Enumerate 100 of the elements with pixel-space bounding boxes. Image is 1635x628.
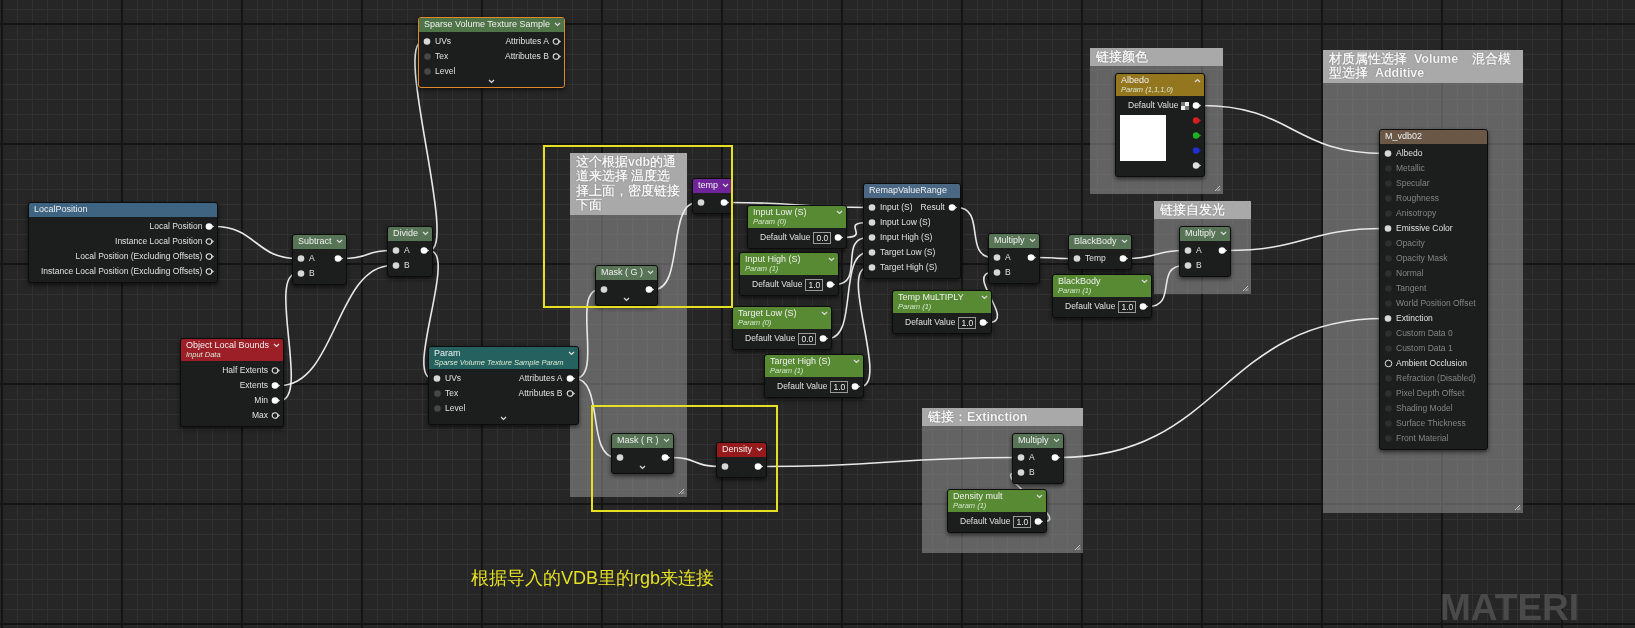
- output-pin[interactable]: [1034, 517, 1044, 526]
- input-pin[interactable]: [423, 52, 432, 61]
- expand-icon[interactable]: [623, 297, 630, 302]
- chevron-icon[interactable]: [662, 438, 670, 443]
- node-header[interactable]: Divide: [388, 227, 432, 241]
- input-pin[interactable]: [1184, 261, 1193, 270]
- input-pin[interactable]: [1184, 246, 1193, 255]
- output-pin[interactable]: [205, 222, 215, 231]
- input-pin[interactable]: [868, 263, 877, 272]
- graph-node[interactable]: Sparse Volume Texture Sample UVs Attributes A Tex Attributes B Level: [418, 17, 565, 88]
- graph-node[interactable]: Multiply A B: [988, 233, 1040, 284]
- input-pin[interactable]: [868, 203, 877, 212]
- input-pin[interactable]: [423, 67, 432, 76]
- input-pin[interactable]: [433, 374, 442, 383]
- output-pin[interactable]: [271, 366, 281, 375]
- chevron-icon[interactable]: [647, 270, 654, 275]
- chevron-icon[interactable]: [853, 359, 861, 364]
- graph-node[interactable]: Subtract A B: [292, 234, 347, 285]
- expand-icon[interactable]: [487, 79, 495, 84]
- input-pin[interactable]: [600, 285, 609, 294]
- input-pin[interactable]: [1384, 359, 1393, 368]
- input-pin[interactable]: [993, 268, 1002, 277]
- input-pin[interactable]: [616, 453, 625, 462]
- chevron-icon[interactable]: [1120, 239, 1128, 244]
- chevron-icon[interactable]: [1052, 438, 1060, 443]
- input-pin[interactable]: [433, 389, 442, 398]
- input-pin[interactable]: [433, 404, 442, 413]
- input-pin[interactable]: [721, 462, 730, 471]
- node-header[interactable]: Subtract: [293, 235, 346, 249]
- graph-node[interactable]: [1379, 129, 1488, 450]
- chevron-icon[interactable]: [756, 447, 763, 452]
- resize-grip-icon[interactable]: [1514, 504, 1521, 511]
- input-pin[interactable]: [1384, 314, 1393, 323]
- input-pin[interactable]: [1384, 149, 1393, 158]
- node-header[interactable]: Density: [717, 443, 766, 457]
- graph-node[interactable]: Mask ( G ): [595, 265, 658, 306]
- value-field[interactable]: 0.0: [813, 231, 832, 244]
- chevron-icon[interactable]: [1036, 494, 1044, 499]
- node-header[interactable]: M_vdb02: [1380, 130, 1487, 144]
- chevron-icon[interactable]: [1028, 238, 1036, 243]
- output-pin[interactable]: [420, 246, 429, 255]
- input-pin[interactable]: [392, 246, 401, 255]
- graph-node[interactable]: Divide A B: [387, 226, 433, 277]
- node-header[interactable]: Multiply: [989, 234, 1039, 248]
- input-pin[interactable]: [993, 253, 1002, 262]
- output-pin[interactable]: [1192, 131, 1202, 140]
- output-pin[interactable]: [947, 203, 957, 212]
- output-pin[interactable]: [1139, 302, 1149, 311]
- output-pin[interactable]: [1050, 453, 1060, 462]
- input-pin[interactable]: [868, 248, 877, 257]
- chevron-icon[interactable]: [422, 231, 429, 236]
- output-pin[interactable]: [205, 252, 215, 261]
- node-header[interactable]: RemapValueRange: [864, 184, 960, 198]
- output-pin[interactable]: [1217, 246, 1227, 255]
- node-header[interactable]: BlackBody: [1069, 235, 1131, 249]
- output-pin[interactable]: [271, 396, 281, 405]
- chevron-icon[interactable]: [1141, 279, 1149, 284]
- input-pin[interactable]: [1017, 468, 1026, 477]
- output-pin[interactable]: [1192, 161, 1202, 170]
- output-pin[interactable]: [1192, 101, 1202, 110]
- output-pin[interactable]: [1118, 254, 1128, 263]
- output-pin[interactable]: [565, 389, 575, 398]
- input-pin[interactable]: [392, 261, 401, 270]
- node-header[interactable]: Sparse Volume Texture Sample: [419, 18, 564, 32]
- value-field[interactable]: 1.0: [1013, 515, 1032, 528]
- output-pin[interactable]: [819, 334, 829, 343]
- value-field[interactable]: 1.0: [1118, 300, 1137, 313]
- graph-node[interactable]: Multiply A B: [1012, 433, 1064, 484]
- output-pin[interactable]: [834, 233, 844, 242]
- output-pin[interactable]: [660, 453, 670, 462]
- output-pin[interactable]: [205, 267, 215, 276]
- input-pin[interactable]: [868, 218, 877, 227]
- expand-icon[interactable]: [638, 465, 646, 470]
- graph-node[interactable]: temp: [692, 178, 733, 214]
- input-pin[interactable]: [1017, 453, 1026, 462]
- node-header[interactable]: temp: [693, 179, 732, 193]
- resize-grip-icon[interactable]: [1242, 285, 1249, 292]
- node-header[interactable]: Mask ( G ): [596, 266, 657, 280]
- resize-grip-icon[interactable]: [1074, 544, 1081, 551]
- graph-node[interactable]: Density: [716, 442, 767, 478]
- chevron-icon[interactable]: [335, 239, 343, 244]
- value-field[interactable]: 1.0: [958, 316, 977, 329]
- chevron-icon[interactable]: [821, 311, 829, 316]
- input-pin[interactable]: [297, 254, 306, 263]
- chevron-icon[interactable]: [722, 183, 729, 188]
- graph-node[interactable]: RemapValueRange Input (S) Result Input Low (S) Input High (S) Target Low (S) Target High (S): [863, 183, 961, 279]
- input-pin[interactable]: [1384, 224, 1393, 233]
- output-pin[interactable]: [979, 318, 989, 327]
- resize-grip-icon[interactable]: [1214, 185, 1221, 192]
- expand-icon[interactable]: [499, 416, 507, 421]
- input-pin[interactable]: [1073, 254, 1082, 263]
- input-pin[interactable]: [423, 37, 432, 46]
- chevron-icon[interactable]: [981, 295, 989, 300]
- node-header[interactable]: Mask ( R ): [612, 434, 673, 448]
- output-pin[interactable]: [1026, 253, 1036, 262]
- chevron-icon[interactable]: [828, 257, 836, 262]
- output-pin[interactable]: [754, 462, 763, 471]
- input-pin[interactable]: [868, 233, 877, 242]
- output-pin[interactable]: [720, 198, 729, 207]
- output-pin[interactable]: [333, 254, 343, 263]
